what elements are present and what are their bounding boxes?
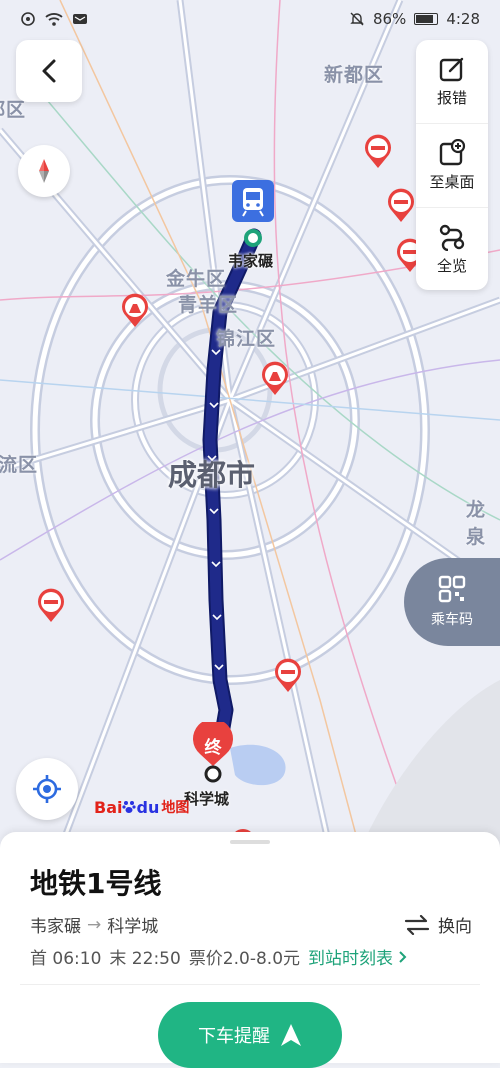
divider bbox=[20, 984, 480, 985]
alight-alert-button[interactable]: 下车提醒 bbox=[158, 1002, 342, 1068]
district-label: 流区 bbox=[0, 454, 39, 476]
district-label: 锦江区 bbox=[216, 328, 277, 350]
mute-bell-icon bbox=[350, 12, 364, 26]
district-label: 新都区 bbox=[324, 64, 385, 86]
back-button[interactable] bbox=[16, 40, 82, 102]
wifi-icon bbox=[45, 13, 63, 26]
first-train: 首 06:10 bbox=[30, 949, 102, 969]
ride-code-label: 乘车码 bbox=[431, 612, 473, 628]
logo-text: Bai bbox=[94, 797, 123, 817]
construction-icon bbox=[262, 361, 288, 395]
map-tools-panel: 报错 至桌面 全览 bbox=[416, 40, 488, 290]
chevron-right-icon bbox=[399, 951, 407, 963]
construction-icon bbox=[122, 293, 148, 327]
add-to-desktop-button[interactable]: 至桌面 bbox=[416, 123, 488, 207]
timetable-link[interactable]: 到站时刻表 bbox=[308, 944, 408, 969]
paw-icon bbox=[122, 801, 137, 813]
last-train: 末 22:50 bbox=[109, 949, 181, 969]
overview-button[interactable]: 全览 bbox=[416, 207, 488, 291]
from-station: 韦家碾 bbox=[30, 917, 81, 937]
district-label: 金牛区 bbox=[166, 268, 227, 290]
report-error-button[interactable]: 报错 bbox=[416, 40, 488, 123]
sheet-drag-handle[interactable] bbox=[230, 840, 270, 844]
reverse-direction-button[interactable]: 换向 bbox=[404, 912, 472, 937]
no-entry-icon bbox=[365, 134, 391, 168]
alight-alert-label: 下车提醒 bbox=[198, 1026, 270, 1047]
line-name: 地铁1号线 bbox=[30, 867, 162, 900]
edit-icon bbox=[439, 57, 464, 82]
ride-code-button[interactable]: 乘车码 bbox=[404, 558, 500, 646]
district-label: 龙泉 bbox=[466, 499, 487, 548]
end-station-label: 科学城 bbox=[184, 790, 230, 808]
metro-station-icon[interactable] bbox=[232, 180, 276, 252]
locate-me-button[interactable] bbox=[16, 758, 78, 820]
baidu-map-logo: Bai du 地图 bbox=[94, 797, 189, 817]
notification-dot-icon bbox=[21, 12, 35, 26]
qr-code-icon bbox=[438, 575, 466, 603]
to-station: 科学城 bbox=[107, 917, 159, 937]
navigation-arrow-icon bbox=[281, 1024, 301, 1046]
schedule-info: 首 06:10 末 22:50 票价2.0-8.0元 到站时刻表 bbox=[30, 944, 408, 969]
logo-text: 地图 bbox=[161, 800, 190, 816]
fare: 票价2.0-8.0元 bbox=[188, 949, 301, 969]
compass-icon bbox=[39, 159, 49, 183]
end-marker-label: 终 bbox=[204, 738, 222, 758]
compass-button[interactable] bbox=[18, 145, 70, 197]
locate-icon bbox=[33, 775, 61, 803]
clock: 4:28 bbox=[446, 10, 480, 28]
route-overview-icon bbox=[439, 224, 465, 251]
overview-label: 全览 bbox=[436, 257, 467, 275]
swap-icon bbox=[404, 914, 430, 935]
message-icon bbox=[73, 14, 87, 24]
status-bar: 86% 4:28 bbox=[0, 0, 500, 38]
logo-text: du bbox=[136, 797, 160, 817]
no-entry-icon bbox=[275, 658, 301, 692]
report-error-label: 报错 bbox=[436, 89, 467, 107]
battery-icon bbox=[414, 13, 439, 25]
district-label: 青羊区 bbox=[178, 294, 239, 316]
route-direction: 韦家碾 → 科学城 bbox=[30, 912, 159, 938]
line-detail-sheet: 地铁1号线 韦家碾 → 科学城 换向 首 06:10 末 22:50 票价2.0… bbox=[0, 832, 500, 1068]
chevron-left-icon bbox=[42, 59, 56, 83]
arrow-right-icon: → bbox=[87, 914, 102, 935]
battery-percent: 86% bbox=[372, 10, 407, 28]
no-entry-icon bbox=[38, 588, 64, 622]
timetable-link-label: 到站时刻表 bbox=[308, 949, 394, 969]
start-station-label: 韦家碾 bbox=[228, 252, 274, 270]
city-label: 成都市 bbox=[168, 458, 256, 492]
reverse-label: 换向 bbox=[438, 917, 472, 937]
add-to-desktop-label: 至桌面 bbox=[429, 173, 475, 191]
add-desktop-icon bbox=[439, 139, 466, 166]
no-entry-icon bbox=[388, 188, 414, 222]
